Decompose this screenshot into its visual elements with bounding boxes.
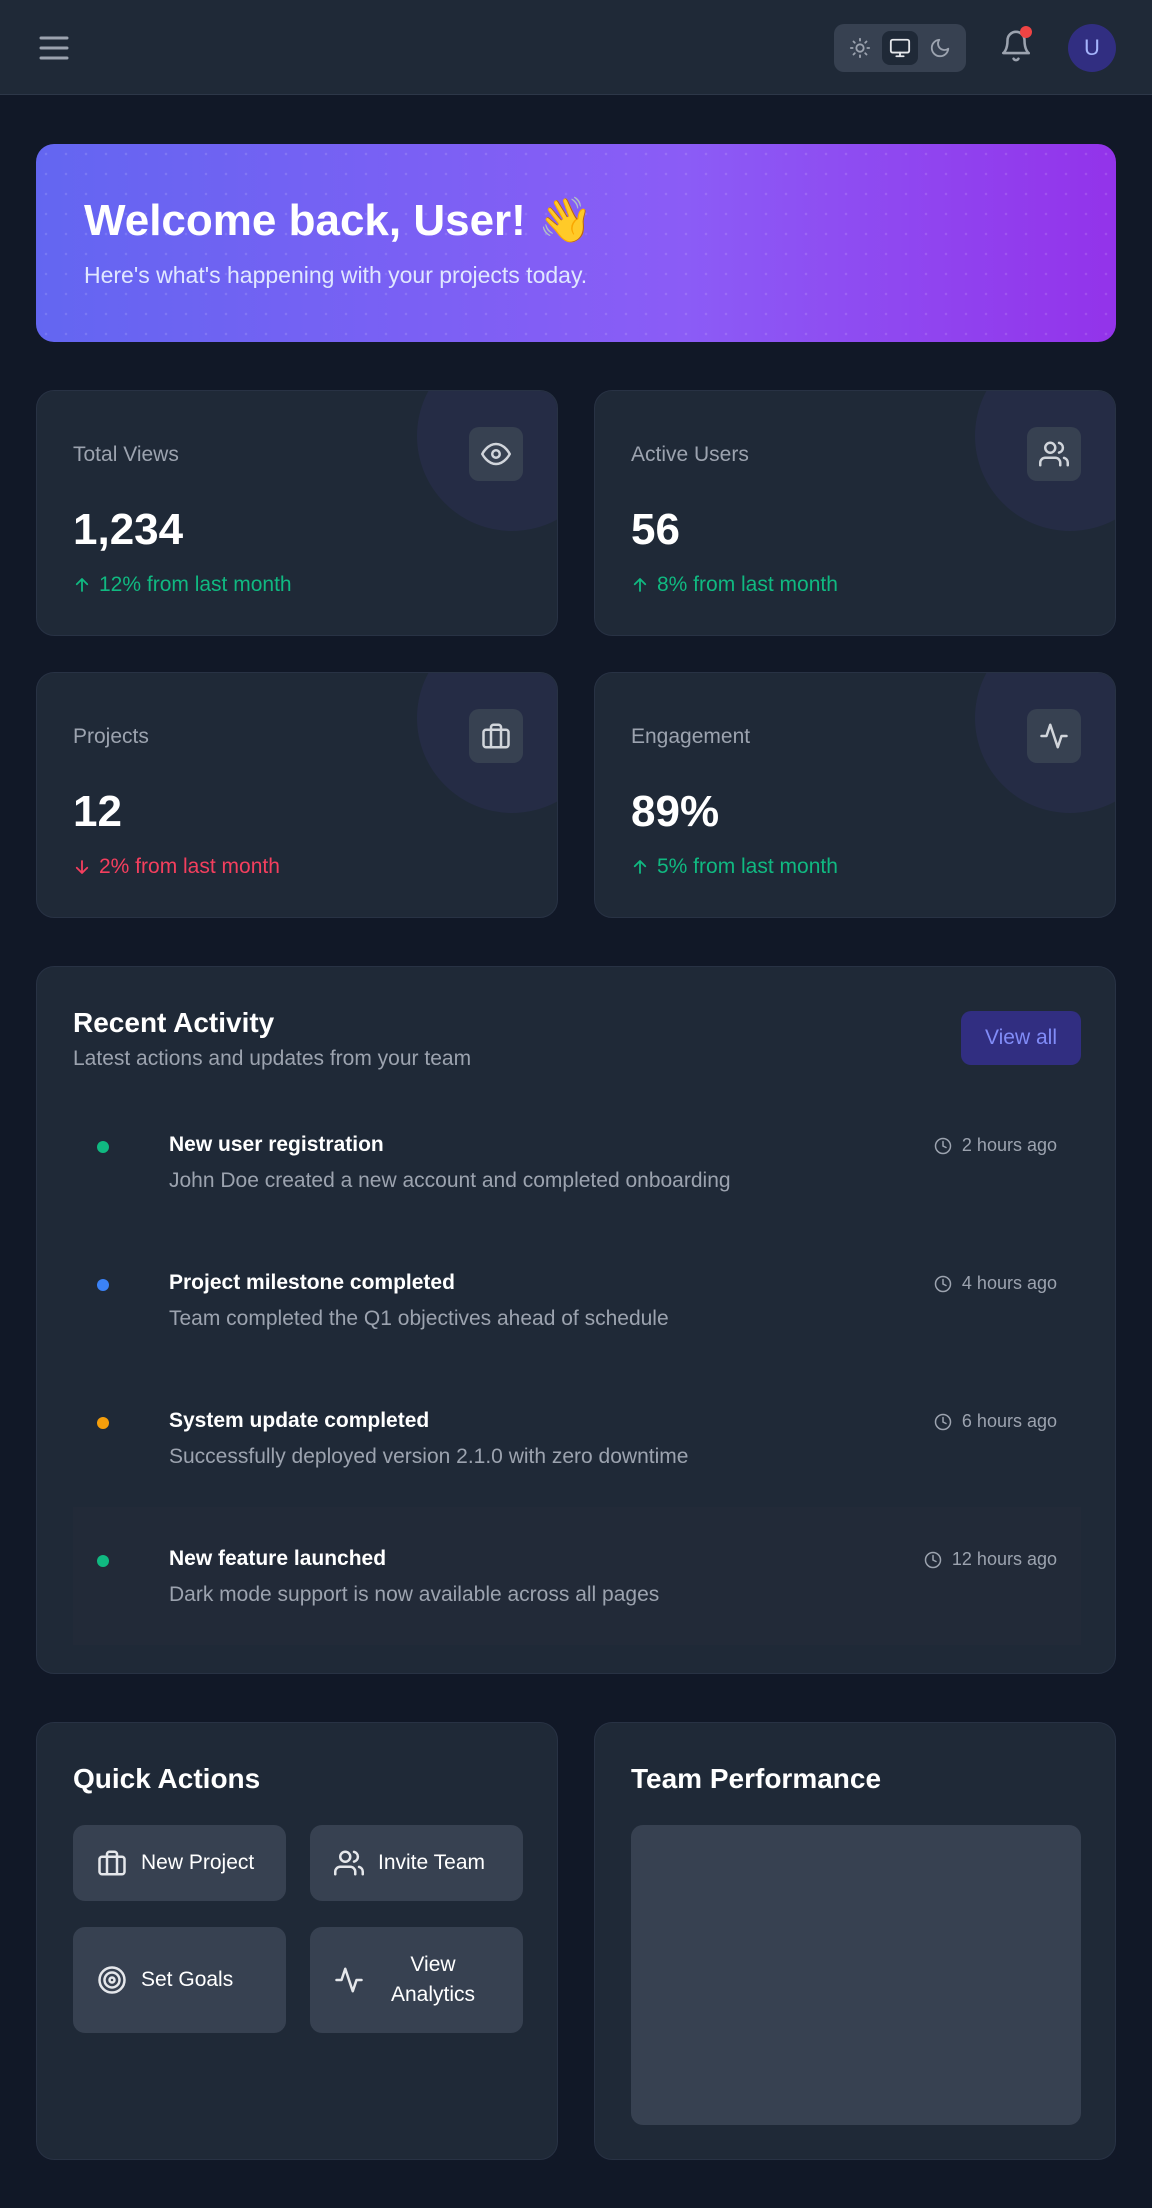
stat-value: 89% xyxy=(631,787,720,836)
stat-card-engagement: Engagement 89% 5% from last month xyxy=(594,672,1116,918)
stat-change-text: 2% from last month xyxy=(99,855,280,878)
activity-icon xyxy=(1027,709,1081,763)
quick-actions-title: Quick Actions xyxy=(73,1763,261,1794)
status-dot xyxy=(97,1417,109,1429)
sun-icon[interactable] xyxy=(842,31,878,65)
activity-item-time: 12 hours ago xyxy=(924,1549,1057,1570)
view-all-button[interactable]: View all xyxy=(961,1011,1081,1065)
activity-item-title: Project milestone completed xyxy=(169,1271,455,1294)
stat-change: 8% from last month xyxy=(631,573,838,597)
activity-item-desc: John Doe created a new account and compl… xyxy=(169,1169,731,1192)
arrow-up-icon xyxy=(633,578,647,592)
stat-change-text: 8% from last month xyxy=(657,573,838,596)
briefcase-icon xyxy=(98,1850,126,1876)
activity-title: Recent Activity xyxy=(73,1007,275,1038)
stat-change: 5% from last month xyxy=(631,855,838,879)
activity-item-title: System update completed xyxy=(169,1409,430,1432)
stat-change: 12% from last month xyxy=(73,573,292,597)
moon-icon[interactable] xyxy=(922,31,958,65)
activity-item[interactable]: New user registration John Doe created a… xyxy=(73,1093,1081,1231)
time-text: 12 hours ago xyxy=(951,1549,1057,1569)
clock-icon xyxy=(934,1137,952,1154)
button-label: Set Goals xyxy=(141,1968,234,1991)
new-project-button[interactable]: New Project xyxy=(73,1825,286,1901)
performance-chart-placeholder xyxy=(631,1825,1081,2125)
activity-item-title: New feature launched xyxy=(169,1547,387,1570)
activity-item[interactable]: System update completed Successfully dep… xyxy=(73,1369,1081,1507)
briefcase-icon xyxy=(469,709,523,763)
arrow-up-icon xyxy=(633,860,647,874)
stat-change-text: 5% from last month xyxy=(657,855,838,878)
stat-card-projects: Projects 12 2% from last month xyxy=(36,672,558,918)
activity-item-desc: Team completed the Q1 objectives ahead o… xyxy=(169,1307,669,1330)
time-text: 2 hours ago xyxy=(961,1135,1057,1155)
stat-value: 12 xyxy=(73,787,122,836)
stat-card-total-views: Total Views 1,234 12% from last month xyxy=(36,390,558,636)
stat-label: Projects xyxy=(73,725,149,748)
quick-actions-card: Quick Actions New Project Invite Team Se… xyxy=(36,1722,558,2160)
button-label: Invite Team xyxy=(378,1851,485,1874)
status-dot xyxy=(97,1279,109,1291)
theme-toggle xyxy=(834,24,966,72)
activity-item-desc: Successfully deployed version 2.1.0 with… xyxy=(169,1445,689,1468)
stat-label: Total Views xyxy=(73,443,179,466)
activity-item-time: 2 hours ago xyxy=(934,1135,1057,1156)
activity-subtitle: Latest actions and updates from your tea… xyxy=(73,1047,472,1070)
activity-item-desc: Dark mode support is now available acros… xyxy=(169,1583,660,1606)
eye-icon xyxy=(469,427,523,481)
stat-label: Active Users xyxy=(631,443,749,466)
team-performance-title: Team Performance xyxy=(631,1763,882,1794)
top-bar: U xyxy=(0,0,1152,95)
status-dot xyxy=(97,1555,109,1567)
bell-icon[interactable] xyxy=(996,26,1036,66)
welcome-banner: Welcome back, User! 👋 Here's what's happ… xyxy=(36,144,1116,342)
set-goals-button[interactable]: Set Goals xyxy=(73,1927,286,2033)
menu-icon[interactable] xyxy=(36,30,72,66)
target-icon xyxy=(98,1966,126,1994)
activity-icon xyxy=(335,1967,363,1993)
stat-card-active-users: Active Users 56 8% from last month xyxy=(594,390,1116,636)
activity-item-time: 6 hours ago xyxy=(934,1411,1057,1432)
stat-change-text: 12% from last month xyxy=(99,573,292,596)
avatar[interactable]: U xyxy=(1068,24,1116,72)
arrow-up-icon xyxy=(75,578,89,592)
monitor-icon[interactable] xyxy=(882,31,918,65)
button-label: New Project xyxy=(141,1851,255,1874)
button-label: View Analytics xyxy=(390,1953,476,2006)
users-icon xyxy=(334,1850,364,1876)
activity-item[interactable]: Project milestone completed Team complet… xyxy=(73,1231,1081,1369)
recent-activity-card: Recent Activity Latest actions and updat… xyxy=(36,966,1116,1674)
activity-item[interactable]: New feature launched Dark mode support i… xyxy=(73,1507,1081,1645)
stat-change: 2% from last month xyxy=(73,855,280,879)
stat-value: 56 xyxy=(631,505,680,554)
arrow-down-icon xyxy=(75,860,89,874)
time-text: 6 hours ago xyxy=(961,1411,1057,1431)
stat-label: Engagement xyxy=(631,725,751,748)
view-analytics-button[interactable]: View Analytics xyxy=(310,1927,523,2033)
welcome-title: Welcome back, User! 👋 xyxy=(84,196,593,245)
activity-item-title: New user registration xyxy=(169,1133,384,1156)
invite-team-button[interactable]: Invite Team xyxy=(310,1825,523,1901)
welcome-subtitle: Here's what's happening with your projec… xyxy=(84,262,588,288)
clock-icon xyxy=(934,1275,952,1292)
users-icon xyxy=(1027,427,1081,481)
team-performance-card: Team Performance xyxy=(594,1722,1116,2160)
notification-badge xyxy=(1020,26,1032,38)
activity-item-time: 4 hours ago xyxy=(934,1273,1057,1294)
time-text: 4 hours ago xyxy=(961,1273,1057,1293)
clock-icon xyxy=(934,1413,952,1430)
status-dot xyxy=(97,1141,109,1153)
stat-value: 1,234 xyxy=(73,505,184,554)
clock-icon xyxy=(924,1551,942,1568)
